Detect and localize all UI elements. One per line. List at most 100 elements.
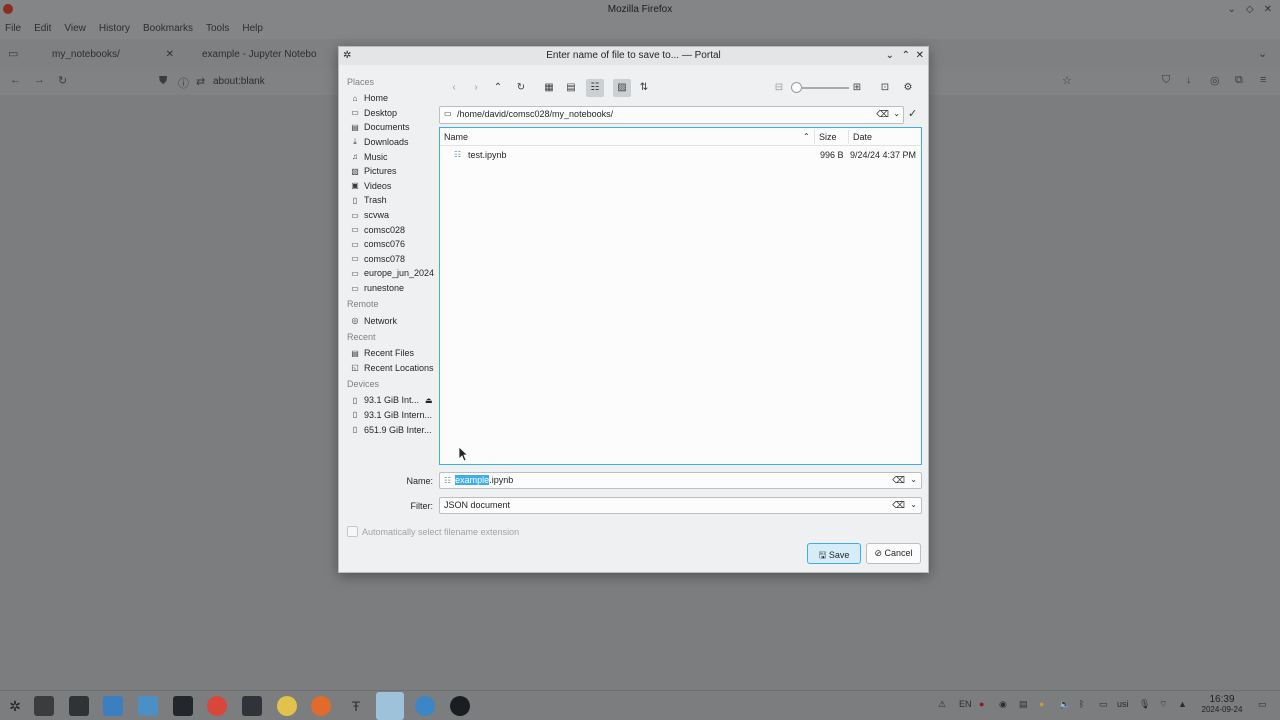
dialog-close-icon[interactable]: ✕ xyxy=(916,47,924,65)
tab-overflow-icon[interactable]: ⌄ xyxy=(1258,47,1267,60)
place-network[interactable]: ◎ Network xyxy=(347,313,437,328)
zoom-in-icon[interactable]: ⊞ xyxy=(848,79,866,97)
forward-icon[interactable]: → xyxy=(34,74,45,86)
column-size[interactable]: Size xyxy=(819,132,837,142)
save-button[interactable]: 🖫 Save xyxy=(807,543,861,564)
location-path-field[interactable]: ▭ /home/david/comsc028/my_notebooks/ ⌫ ⌄ xyxy=(439,106,904,124)
place-home[interactable]: ⌂ Home xyxy=(347,91,437,106)
menu-view[interactable]: View xyxy=(63,20,94,39)
maximize-icon[interactable]: ◇ xyxy=(1246,0,1254,19)
place-scvwa[interactable]: ▭ scvwa xyxy=(347,208,437,223)
menu-bookmarks[interactable]: Bookmarks xyxy=(142,20,201,39)
options-icon[interactable]: ⚙ xyxy=(899,79,917,97)
menu-help[interactable]: Help xyxy=(241,20,271,39)
konsole-icon[interactable] xyxy=(242,696,262,716)
downloads-icon[interactable]: ↓ xyxy=(1186,74,1192,86)
tab-jupyter-example[interactable]: example - Jupyter Notebo xyxy=(180,44,340,66)
menu-tools[interactable]: Tools xyxy=(205,20,237,39)
chrome-icon[interactable] xyxy=(207,696,227,716)
volume-icon[interactable]: 🔈 xyxy=(1059,699,1070,710)
power-icon[interactable]: ● xyxy=(1039,699,1044,709)
chevron-down-icon[interactable]: ⌄ xyxy=(893,109,900,118)
device-3[interactable]: ▯ 651.9 GiB Inter... xyxy=(347,422,437,437)
dialog-minimize-icon[interactable]: ⌄ xyxy=(886,47,894,65)
icons-view-icon[interactable]: ▦ xyxy=(540,79,558,97)
auto-extension-checkbox[interactable]: Automatically select filename extension xyxy=(347,526,519,537)
wifi-icon[interactable]: ⌔ xyxy=(1159,699,1167,710)
checkbox-box[interactable] xyxy=(347,526,358,537)
eject-icon[interactable]: ⏏ xyxy=(425,396,433,405)
place-videos[interactable]: ▣ Videos xyxy=(347,179,437,194)
firefox-active-window[interactable] xyxy=(376,692,404,720)
dialog-maximize-icon[interactable]: ⌃ xyxy=(902,47,910,65)
calculator-icon[interactable] xyxy=(34,696,54,716)
clipboard-icon[interactable]: ▤ xyxy=(1019,699,1028,710)
zoom-out-icon[interactable]: ⊟ xyxy=(770,79,788,97)
place-runestone[interactable]: ▭ runestone xyxy=(347,281,437,296)
reload-icon[interactable]: ↻ xyxy=(512,79,530,97)
menu-history[interactable]: History xyxy=(98,20,138,39)
filename-input[interactable]: ☷ example.ipynb ⌫ ⌄ xyxy=(439,472,922,489)
place-pictures[interactable]: ▧ Pictures xyxy=(347,164,437,179)
place-recent-locations[interactable]: ◱ Recent Locations xyxy=(347,361,437,376)
vault-icon[interactable]: ◉ xyxy=(999,699,1007,710)
file-row[interactable]: ☷ test.ipynb 996 B 9/24/24 4:37 PM xyxy=(440,148,921,163)
discover-store-icon[interactable] xyxy=(103,696,123,716)
close-icon[interactable]: ✕ xyxy=(1264,0,1272,19)
pycharm-icon[interactable] xyxy=(450,696,470,716)
terminal-icon[interactable] xyxy=(69,696,89,716)
back-icon[interactable]: ← xyxy=(10,74,21,86)
permissions-icon[interactable]: ⇄ xyxy=(196,75,205,88)
file-manager-icon[interactable] xyxy=(138,696,158,716)
preview-icon[interactable]: ▨ xyxy=(613,79,631,97)
place-desktop[interactable]: ▭ Desktop xyxy=(347,106,437,121)
filter-select[interactable]: JSON document ⌫ ⌄ xyxy=(439,497,922,514)
microphone-icon[interactable]: 🎙 xyxy=(1139,699,1150,710)
firefox-icon[interactable] xyxy=(311,696,331,716)
device-2[interactable]: ▯ 93.1 GiB Intern... xyxy=(347,408,437,423)
detail-tree-view-icon[interactable]: ☷ xyxy=(586,79,604,97)
bluetooth-icon[interactable]: ᛒ xyxy=(1079,699,1084,709)
place-comsc028[interactable]: ▭ comsc028 xyxy=(347,222,437,237)
place-comsc078[interactable]: ▭ comsc078 xyxy=(347,252,437,267)
extensions-icon[interactable]: ⧉ xyxy=(1235,74,1243,87)
clear-text-icon[interactable]: ⌫ xyxy=(892,500,905,511)
place-downloads[interactable]: ⤓ Downloads xyxy=(347,135,437,150)
place-music[interactable]: ♫ Music xyxy=(347,149,437,164)
font-icon[interactable]: Ŧ xyxy=(346,696,366,716)
record-icon[interactable]: ● xyxy=(979,699,984,709)
page-info-icon[interactable]: ⓘ xyxy=(178,75,189,91)
place-recent-files[interactable]: ▤ Recent Files xyxy=(347,346,437,361)
show-desktop-icon[interactable]: ▭ xyxy=(1258,699,1267,710)
user-name[interactable]: usi xyxy=(1117,699,1129,709)
minimize-icon[interactable]: ⌄ xyxy=(1228,0,1236,19)
back-icon[interactable]: ‹ xyxy=(445,79,463,97)
sort-icon[interactable]: ⇅ xyxy=(635,79,653,97)
column-date[interactable]: Date xyxy=(853,132,872,142)
place-trash[interactable]: ▯ Trash xyxy=(347,193,437,208)
app-launcher-icon[interactable]: ✲ xyxy=(5,696,25,716)
place-comsc076[interactable]: ▭ comsc076 xyxy=(347,237,437,252)
portal-dialog-icon[interactable] xyxy=(415,696,435,716)
chevron-down-icon[interactable]: ⌄ xyxy=(910,475,917,484)
tray-expand-icon[interactable]: ▲ xyxy=(1178,699,1187,709)
clear-text-icon[interactable]: ⌫ xyxy=(892,475,905,486)
zoom-slider-handle[interactable] xyxy=(791,82,802,93)
clock[interactable]: 16:39 2024-09-24 xyxy=(1197,694,1247,715)
column-name[interactable]: Name xyxy=(444,132,468,142)
menu-file[interactable]: File xyxy=(4,20,29,39)
place-documents[interactable]: ▤ Documents xyxy=(347,120,437,135)
checkmark-icon[interactable]: ✓ xyxy=(908,107,917,120)
notifications-icon[interactable]: ⚠ xyxy=(938,699,946,710)
forward-icon[interactable]: › xyxy=(467,79,485,97)
code-editor-icon[interactable] xyxy=(173,696,193,716)
account-icon[interactable]: ◎ xyxy=(1210,74,1220,87)
app-menu-icon[interactable]: ≡ xyxy=(1260,74,1266,86)
tab-my-notebooks[interactable]: my_notebooks/ ✕ xyxy=(30,44,180,66)
clear-text-icon[interactable]: ⌫ xyxy=(876,109,889,120)
reload-icon[interactable]: ↻ xyxy=(58,74,67,87)
compact-view-icon[interactable]: ▤ xyxy=(562,79,580,97)
chevron-down-icon[interactable]: ⌄ xyxy=(910,500,917,509)
tracking-shield-icon[interactable]: ⛊ xyxy=(159,75,167,88)
file-list[interactable]: Name ⌃ Size Date ☷ test.ipynb 996 B 9/24… xyxy=(439,127,922,465)
